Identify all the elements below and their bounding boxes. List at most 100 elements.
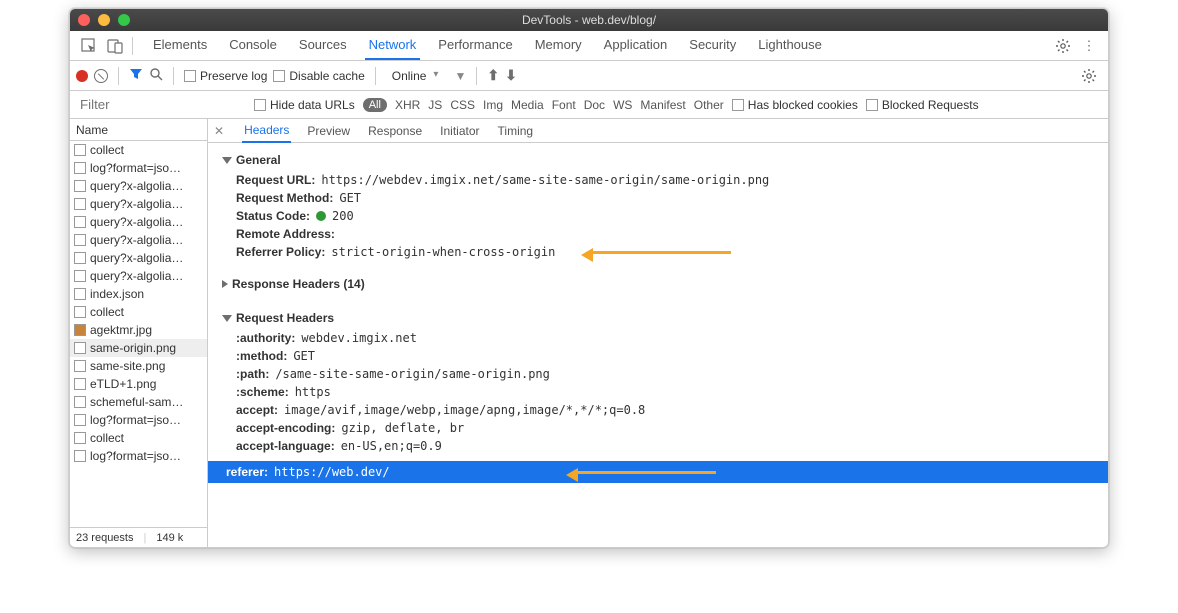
status-dot-icon bbox=[316, 211, 326, 221]
tab-security[interactable]: Security bbox=[685, 31, 740, 60]
tab-sources[interactable]: Sources bbox=[295, 31, 351, 60]
blocked-requests-checkbox[interactable]: Blocked Requests bbox=[866, 98, 979, 112]
request-row-selected[interactable]: same-origin.png bbox=[70, 339, 207, 357]
scheme-value: https bbox=[295, 385, 331, 399]
request-row[interactable]: index.json bbox=[70, 285, 207, 303]
request-row[interactable]: same-site.png bbox=[70, 357, 207, 375]
filter-type-js[interactable]: JS bbox=[428, 98, 442, 112]
filter-type-other[interactable]: Other bbox=[694, 98, 724, 112]
referrer-policy-value: strict-origin-when-cross-origin bbox=[331, 245, 555, 259]
request-row[interactable]: query?x-algolia… bbox=[70, 213, 207, 231]
panel-tabs: Elements Console Sources Network Perform… bbox=[70, 31, 1108, 61]
settings-icon[interactable] bbox=[1054, 37, 1072, 55]
detail-tab-initiator[interactable]: Initiator bbox=[438, 120, 481, 142]
detail-tab-headers[interactable]: Headers bbox=[242, 119, 291, 143]
method-label: :method: bbox=[236, 349, 287, 363]
request-row[interactable]: collect bbox=[70, 429, 207, 447]
referer-value: https://web.dev/ bbox=[274, 465, 390, 479]
filter-icon[interactable] bbox=[129, 67, 143, 84]
request-row[interactable]: query?x-algolia… bbox=[70, 177, 207, 195]
tab-lighthouse[interactable]: Lighthouse bbox=[754, 31, 826, 60]
filter-type-manifest[interactable]: Manifest bbox=[640, 98, 685, 112]
request-row[interactable]: query?x-algolia… bbox=[70, 249, 207, 267]
has-blocked-cookies-checkbox[interactable]: Has blocked cookies bbox=[732, 98, 858, 112]
general-header[interactable]: General bbox=[218, 149, 1098, 171]
request-row[interactable]: query?x-algolia… bbox=[70, 195, 207, 213]
throttling-dropdown[interactable]: Online bbox=[386, 67, 443, 85]
main-split: Name collect log?format=jso… query?x-alg… bbox=[70, 119, 1108, 547]
remote-address-label: Remote Address: bbox=[236, 227, 335, 241]
request-count: 23 requests bbox=[76, 532, 133, 544]
request-row[interactable]: collect bbox=[70, 141, 207, 159]
request-detail: ✕ Headers Preview Response Initiator Tim… bbox=[208, 119, 1108, 547]
response-headers-header[interactable]: Response Headers (14) bbox=[218, 273, 1098, 295]
close-detail-icon[interactable]: ✕ bbox=[214, 124, 224, 138]
request-row[interactable]: collect bbox=[70, 303, 207, 321]
referrer-policy-label: Referrer Policy: bbox=[236, 245, 325, 259]
network-toolbar: Preserve log Disable cache Online ▼ ⬆ ⬇ bbox=[70, 61, 1108, 91]
tab-memory[interactable]: Memory bbox=[531, 31, 586, 60]
referer-label: referer: bbox=[226, 465, 268, 479]
network-settings-icon[interactable] bbox=[1080, 67, 1098, 85]
request-row[interactable]: log?format=jso… bbox=[70, 447, 207, 465]
search-icon[interactable] bbox=[149, 67, 163, 84]
request-url-label: Request URL: bbox=[236, 173, 315, 187]
path-value: /same-site-same-origin/same-origin.png bbox=[275, 367, 550, 381]
disable-cache-checkbox[interactable]: Disable cache bbox=[273, 69, 364, 83]
devtools-window: DevTools - web.dev/blog/ Elements Consol… bbox=[69, 8, 1109, 548]
tab-list: Elements Console Sources Network Perform… bbox=[149, 31, 826, 60]
download-icon[interactable]: ⬇ bbox=[505, 67, 517, 84]
filter-bar: Hide data URLs All XHR JS CSS Img Media … bbox=[70, 91, 1108, 119]
tab-performance[interactable]: Performance bbox=[434, 31, 516, 60]
disable-cache-label: Disable cache bbox=[289, 69, 364, 83]
hide-data-urls-checkbox[interactable]: Hide data URLs bbox=[254, 98, 355, 112]
general-section: General Request URL: https://webdev.imgix… bbox=[208, 143, 1108, 267]
tab-application[interactable]: Application bbox=[600, 31, 672, 60]
upload-icon[interactable]: ⬆ bbox=[487, 67, 499, 84]
request-list-footer: 23 requests | 149 k bbox=[70, 527, 207, 547]
request-row[interactable]: eTLD+1.png bbox=[70, 375, 207, 393]
request-row[interactable]: query?x-algolia… bbox=[70, 267, 207, 285]
tab-console[interactable]: Console bbox=[225, 31, 281, 60]
preserve-log-checkbox[interactable]: Preserve log bbox=[184, 69, 267, 83]
more-icon[interactable]: ⋮ bbox=[1080, 37, 1098, 55]
device-toggle-icon[interactable] bbox=[106, 37, 124, 55]
status-code-value: 200 bbox=[332, 209, 354, 223]
filter-type-img[interactable]: Img bbox=[483, 98, 503, 112]
tab-network[interactable]: Network bbox=[365, 31, 421, 60]
filter-type-font[interactable]: Font bbox=[552, 98, 576, 112]
method-value: GET bbox=[293, 349, 315, 363]
request-row[interactable]: log?format=jso… bbox=[70, 411, 207, 429]
headers-content: General Request URL: https://webdev.imgix… bbox=[208, 143, 1108, 547]
detail-tab-preview[interactable]: Preview bbox=[305, 120, 352, 142]
authority-value: webdev.imgix.net bbox=[301, 331, 417, 345]
filter-type-xhr[interactable]: XHR bbox=[395, 98, 420, 112]
filter-type-doc[interactable]: Doc bbox=[584, 98, 605, 112]
clear-button[interactable] bbox=[94, 69, 108, 83]
request-row[interactable]: schemeful-sam… bbox=[70, 393, 207, 411]
tab-elements[interactable]: Elements bbox=[149, 31, 211, 60]
annotation-arrow-icon bbox=[591, 251, 731, 254]
filter-type-css[interactable]: CSS bbox=[450, 98, 475, 112]
request-method-value: GET bbox=[339, 191, 361, 205]
filter-input[interactable] bbox=[76, 95, 246, 114]
request-row[interactable]: query?x-algolia… bbox=[70, 231, 207, 249]
accept-encoding-value: gzip, deflate, br bbox=[341, 421, 464, 435]
request-row[interactable]: log?format=jso… bbox=[70, 159, 207, 177]
request-list-header[interactable]: Name bbox=[70, 119, 207, 141]
record-button[interactable] bbox=[76, 70, 88, 82]
request-headers-header[interactable]: Request Headers bbox=[218, 307, 1098, 329]
request-row[interactable]: agektmr.jpg bbox=[70, 321, 207, 339]
blocked-requests-label: Blocked Requests bbox=[882, 98, 979, 112]
request-headers-section: Request Headers :authority: webdev.imgix.… bbox=[208, 301, 1108, 461]
status-code-label: Status Code: bbox=[236, 209, 310, 223]
filter-type-all[interactable]: All bbox=[363, 98, 387, 112]
detail-tab-timing[interactable]: Timing bbox=[496, 120, 536, 142]
authority-label: :authority: bbox=[236, 331, 295, 345]
filter-type-media[interactable]: Media bbox=[511, 98, 544, 112]
request-url-value: https://webdev.imgix.net/same-site-same-… bbox=[321, 173, 769, 187]
filter-type-ws[interactable]: WS bbox=[613, 98, 632, 112]
titlebar: DevTools - web.dev/blog/ bbox=[70, 9, 1108, 31]
inspect-icon[interactable] bbox=[80, 37, 98, 55]
detail-tab-response[interactable]: Response bbox=[366, 120, 424, 142]
